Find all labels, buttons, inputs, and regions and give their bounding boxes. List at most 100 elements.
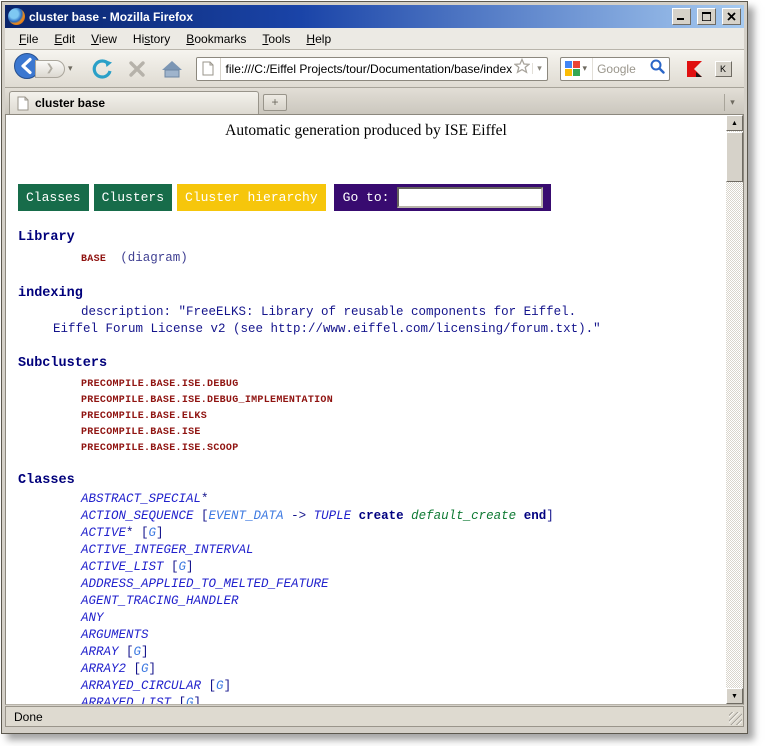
forward-button[interactable]: ❯: [35, 60, 65, 78]
class-row: ANY: [81, 610, 726, 627]
text-segment: ]: [186, 560, 194, 574]
subcluster-item: PRECOMPILE.BASE.ISE: [81, 425, 726, 441]
nav-button-cluster-hierarchy[interactable]: Cluster hierarchy: [177, 184, 326, 211]
minimize-button[interactable]: [672, 8, 691, 25]
keyboard-layout-button[interactable]: K: [715, 61, 732, 77]
indexing-heading: indexing: [18, 286, 726, 301]
firefox-window: cluster base - Mozilla Firefox FileEditV…: [1, 1, 748, 734]
class-link[interactable]: ARRAY2: [81, 662, 126, 676]
document-page: Automatic generation produced by ISE Eif…: [6, 115, 726, 704]
text-segment: ]: [546, 509, 554, 523]
class-row: ARRAY [G]: [81, 644, 726, 661]
class-row: ADDRESS_APPLIED_TO_MELTED_FEATURE: [81, 576, 726, 593]
window-title: cluster base - Mozilla Firefox: [29, 10, 666, 24]
class-link[interactable]: ANY: [81, 611, 104, 625]
history-dropdown-icon[interactable]: ▾: [65, 63, 76, 74]
text-segment: G: [141, 662, 149, 676]
goto-label: Go to:: [343, 190, 390, 205]
menu-help[interactable]: Help: [298, 29, 339, 49]
status-text: Done: [6, 710, 43, 724]
page-nav-buttons: ClassesClustersCluster hierarchy: [18, 184, 331, 211]
text-segment: [: [201, 679, 216, 693]
menu-view[interactable]: View: [83, 29, 125, 49]
class-link[interactable]: TUPLE: [314, 509, 352, 523]
class-link[interactable]: ABSTRACT_SPECIAL: [81, 492, 201, 506]
text-segment: [: [171, 696, 186, 704]
class-link[interactable]: ARRAYED_LIST: [81, 696, 171, 704]
menu-bookmarks[interactable]: Bookmarks: [178, 29, 254, 49]
nav-button-clusters[interactable]: Clusters: [94, 184, 172, 211]
class-link[interactable]: ACTION_SEQUENCE: [81, 509, 194, 523]
text-segment: G: [134, 645, 142, 659]
firefox-icon: [8, 8, 25, 25]
class-link[interactable]: ACTIVE_LIST: [81, 560, 164, 574]
class-link[interactable]: ACTIVE_INTEGER_INTERVAL: [81, 543, 254, 557]
menu-tools[interactable]: Tools: [254, 29, 298, 49]
text-segment: *: [201, 492, 209, 506]
search-box[interactable]: ▾ Google: [560, 57, 670, 81]
text-segment: G: [149, 526, 157, 540]
tab-favicon: [17, 96, 29, 111]
search-input[interactable]: Google: [593, 62, 645, 76]
address-bar[interactable]: file:///C:/Eiffel Projects/tour/Document…: [196, 57, 548, 81]
class-link[interactable]: ARRAYED_CIRCULAR: [81, 679, 201, 693]
close-button[interactable]: [722, 8, 741, 25]
class-link[interactable]: ADDRESS_APPLIED_TO_MELTED_FEATURE: [81, 577, 329, 591]
library-cluster-name: BASE: [81, 254, 106, 265]
text-segment: G: [179, 560, 187, 574]
close-icon: [727, 12, 736, 21]
page-banner: Automatic generation produced by ISE Eif…: [6, 122, 726, 140]
nav-button-classes[interactable]: Classes: [18, 184, 89, 211]
text-segment: [351, 509, 359, 523]
class-row: AGENT_TRACING_HANDLER: [81, 593, 726, 610]
classes-list: ABSTRACT_SPECIAL*ACTION_SEQUENCE [EVENT_…: [81, 491, 726, 704]
bookmark-star-icon[interactable]: [512, 58, 532, 79]
class-link[interactable]: ACTIVE: [81, 526, 126, 540]
kaspersky-icon[interactable]: [685, 59, 705, 79]
subclusters-list: PRECOMPILE.BASE.ISE.DEBUGPRECOMPILE.BASE…: [81, 377, 726, 457]
new-tab-button[interactable]: +: [263, 94, 287, 111]
text-segment: ]: [141, 645, 149, 659]
title-bar: cluster base - Mozilla Firefox: [5, 5, 744, 28]
class-link[interactable]: ARRAY: [81, 645, 119, 659]
tab-list-dropdown-icon[interactable]: ▾: [724, 94, 740, 111]
search-engine-icon[interactable]: ▾: [561, 58, 594, 80]
class-row: ARRAY2 [G]: [81, 661, 726, 678]
search-engine-dropdown-icon[interactable]: ▾: [580, 63, 591, 74]
text-segment: G: [186, 696, 194, 704]
scroll-down-icon[interactable]: ▼: [726, 688, 743, 704]
scroll-up-icon[interactable]: ▲: [726, 115, 743, 131]
tab-cluster-base[interactable]: cluster base: [9, 91, 259, 114]
page-nav-row: ClassesClustersCluster hierarchy Go to:: [18, 184, 726, 211]
url-dropdown-icon[interactable]: ▾: [532, 63, 547, 74]
vertical-scrollbar[interactable]: ▲ ▼: [726, 115, 743, 704]
reload-button[interactable]: [91, 58, 113, 80]
goto-input[interactable]: [397, 187, 543, 208]
status-bar: Done: [5, 706, 744, 727]
library-heading: Library: [18, 230, 726, 245]
search-go-icon[interactable]: [646, 59, 669, 79]
resize-grip[interactable]: [729, 712, 742, 725]
text-segment: * [: [126, 526, 149, 540]
text-segment: [: [194, 509, 209, 523]
menu-file[interactable]: File: [11, 29, 46, 49]
scrollbar-thumb[interactable]: [726, 132, 743, 182]
text-segment: [: [126, 662, 141, 676]
class-link[interactable]: ARGUMENTS: [81, 628, 149, 642]
text-segment: ]: [156, 526, 164, 540]
class-row: ABSTRACT_SPECIAL*: [81, 491, 726, 508]
text-segment: default_create: [411, 509, 516, 523]
stop-button[interactable]: [128, 60, 146, 78]
class-link[interactable]: AGENT_TRACING_HANDLER: [81, 594, 239, 608]
maximize-button[interactable]: [697, 8, 716, 25]
url-text[interactable]: file:///C:/Eiffel Projects/tour/Document…: [221, 62, 512, 76]
text-segment: EVENT_DATA: [209, 509, 284, 523]
diagram-link[interactable]: (diagram): [120, 251, 188, 265]
subcluster-item: PRECOMPILE.BASE.ISE.SCOOP: [81, 441, 726, 457]
content-area: Automatic generation produced by ISE Eif…: [5, 114, 744, 705]
menu-history[interactable]: History: [125, 29, 178, 49]
menu-edit[interactable]: Edit: [46, 29, 83, 49]
class-row: ARRAYED_LIST [G]: [81, 695, 726, 704]
home-button[interactable]: [161, 59, 183, 79]
page-favicon: [197, 58, 221, 80]
